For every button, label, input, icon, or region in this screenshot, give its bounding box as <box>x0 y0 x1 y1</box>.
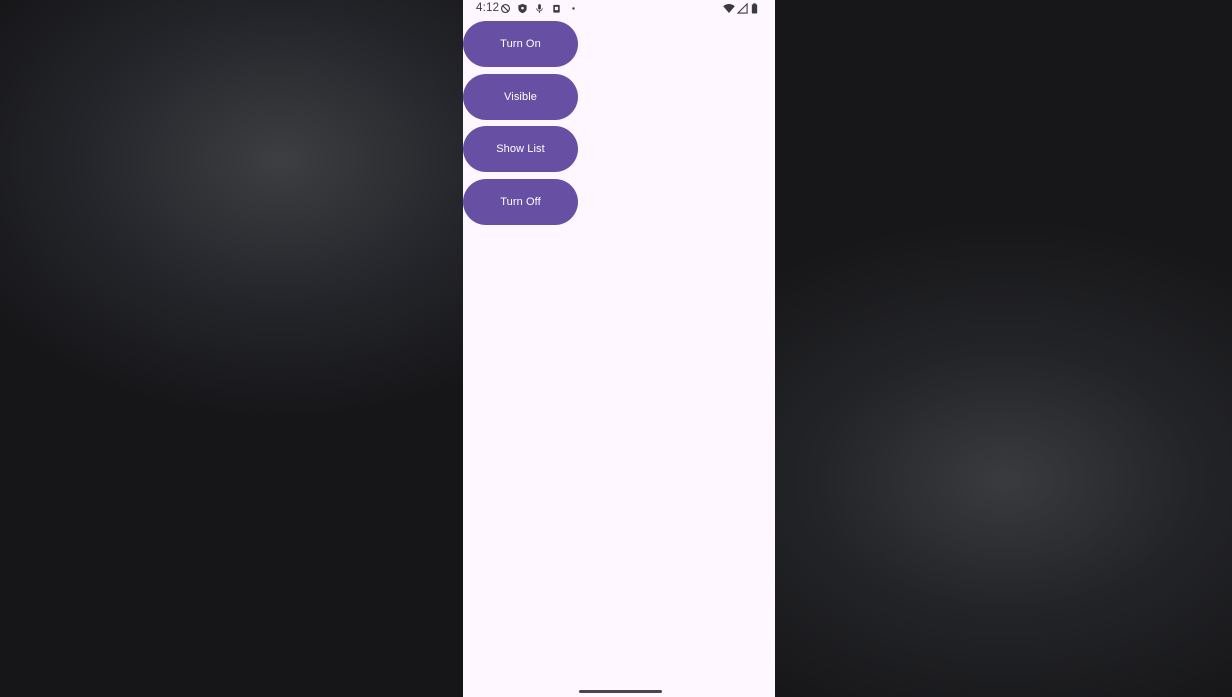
visible-button[interactable]: Visible <box>463 73 578 120</box>
shield-icon <box>517 3 528 14</box>
status-left-icons <box>500 3 579 14</box>
gesture-nav-handle[interactable] <box>579 690 662 693</box>
battery-icon <box>751 3 758 14</box>
turn-on-button[interactable]: Turn On <box>463 21 578 67</box>
status-right-icons <box>723 2 758 14</box>
backdrop-left <box>0 0 463 697</box>
turn-off-button[interactable]: Turn Off <box>463 178 578 225</box>
mic-icon <box>534 3 545 14</box>
clipboard-icon <box>551 3 562 14</box>
status-bar: 4:12 <box>463 0 775 18</box>
backdrop-right <box>775 0 1232 697</box>
signal-icon <box>736 2 748 14</box>
dot-icon <box>568 3 579 14</box>
button-column: Turn On Visible Show List Turn Off <box>463 21 578 225</box>
wifi-icon <box>723 3 735 14</box>
do-not-disturb-icon <box>500 3 511 14</box>
phone-screen: 4:12 Turn On Visible Show List Turn Off <box>463 0 775 697</box>
status-time: 4:12 <box>476 2 500 14</box>
show-list-button[interactable]: Show List <box>463 126 578 172</box>
